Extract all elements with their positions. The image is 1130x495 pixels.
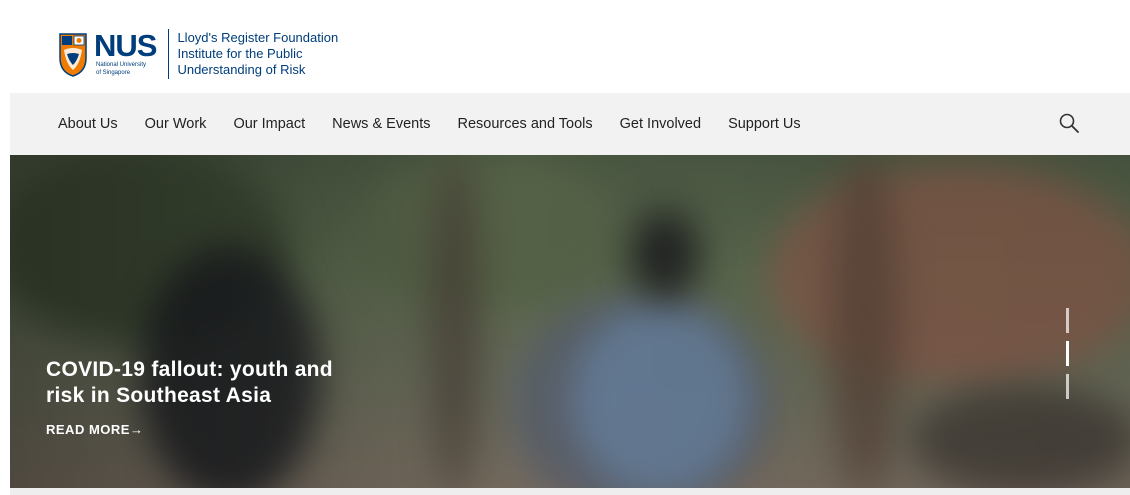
institute-name: Lloyd's Register Foundation Institute fo… bbox=[177, 30, 338, 78]
nus-crest-icon bbox=[59, 33, 87, 77]
main-navigation: About Us Our Work Our Impact News & Even… bbox=[10, 93, 1130, 155]
nav-item-resources-tools[interactable]: Resources and Tools bbox=[457, 116, 592, 132]
site-logo[interactable]: NUS National University of Singapore Llo… bbox=[58, 26, 338, 82]
institute-name-line-2: Institute for the Public bbox=[177, 46, 303, 61]
slide-indicator-2[interactable] bbox=[1066, 341, 1069, 366]
nav-item-news-events[interactable]: News & Events bbox=[332, 116, 430, 132]
nav-menu: About Us Our Work Our Impact News & Even… bbox=[58, 93, 801, 155]
nav-item-support-us[interactable]: Support Us bbox=[728, 116, 801, 132]
institute-name-line-3: Understanding of Risk bbox=[177, 62, 306, 77]
read-more-link[interactable]: READ MORE→ bbox=[46, 422, 143, 437]
read-more-label: READ MORE bbox=[46, 422, 130, 437]
slide-indicator-1[interactable] bbox=[1066, 308, 1069, 333]
nav-item-get-involved[interactable]: Get Involved bbox=[620, 116, 701, 132]
slide-indicator-3[interactable] bbox=[1066, 374, 1069, 399]
nav-item-our-work[interactable]: Our Work bbox=[145, 116, 207, 132]
hero-title-line-2: risk in Southeast Asia bbox=[46, 384, 272, 407]
logo-divider bbox=[168, 29, 170, 79]
nus-logo-word: NUS bbox=[94, 28, 157, 63]
hero-caption: COVID-19 fallout: youth and risk in Sout… bbox=[46, 357, 426, 439]
search-icon[interactable] bbox=[1058, 112, 1080, 134]
hero-title-line-1: COVID-19 fallout: youth and bbox=[46, 358, 333, 381]
arrow-right-icon: → bbox=[129, 422, 144, 437]
nav-item-our-impact[interactable]: Our Impact bbox=[233, 116, 305, 132]
hero-title: COVID-19 fallout: youth and risk in Sout… bbox=[46, 357, 426, 409]
institute-name-line-1: Lloyd's Register Foundation bbox=[177, 30, 339, 45]
slide-indicators bbox=[1066, 308, 1070, 400]
section-divider bbox=[10, 488, 1130, 495]
nus-logo-subtitle-1: National University bbox=[96, 62, 147, 68]
hero-banner: COVID-19 fallout: youth and risk in Sout… bbox=[10, 155, 1130, 488]
nus-wordmark: NUS National University of Singapore bbox=[94, 28, 157, 77]
nus-logo-subtitle-2: of Singapore bbox=[96, 70, 131, 76]
nav-item-about-us[interactable]: About Us bbox=[58, 116, 118, 132]
